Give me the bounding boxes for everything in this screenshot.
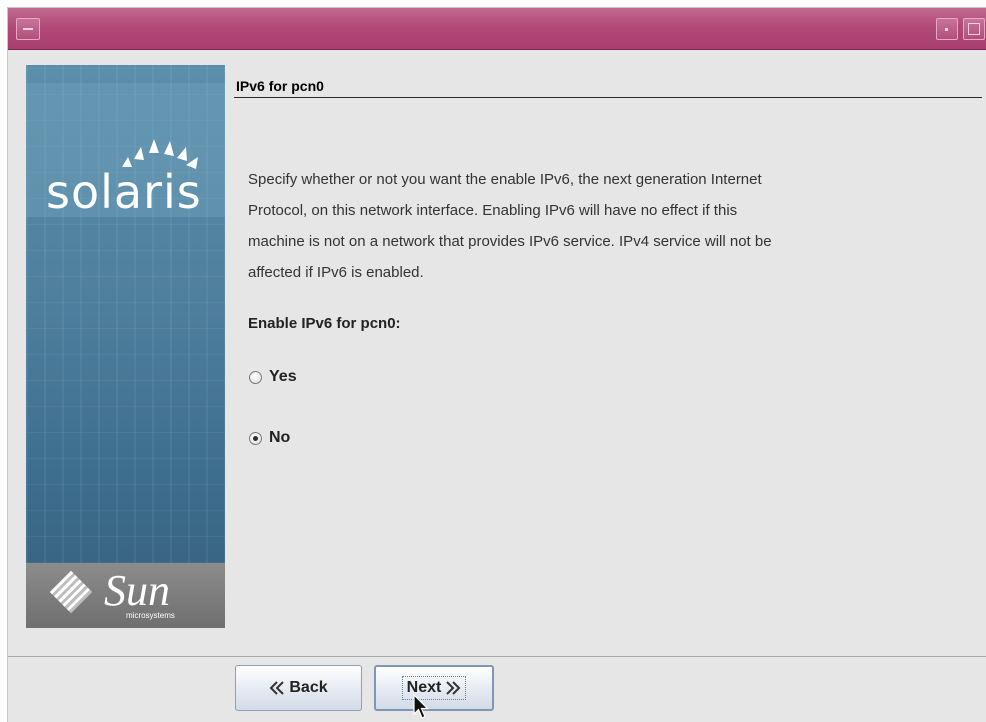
window-menu-button[interactable] [16,18,40,40]
minimize-button[interactable] [936,18,958,40]
option-no-label[interactable]: No [269,429,290,447]
solaris-wordmark: solaris [46,165,202,219]
chevron-left-double-icon [269,681,285,695]
next-focus-ring: Next [401,676,467,700]
description-line: Specify whether or not you want the enab… [248,171,762,188]
footer-divider [8,656,986,657]
next-button[interactable]: Next [374,665,494,711]
maximize-button[interactable] [963,18,985,40]
option-yes[interactable]: Yes [249,368,297,386]
menu-icon [23,28,33,30]
sun-subtitle: microsystems [126,611,175,620]
title-divider [234,97,982,98]
radio-yes[interactable] [249,370,262,384]
sun-diamond-icon [49,570,93,614]
back-button-label: Back [289,679,328,696]
title-bar[interactable] [8,8,986,50]
description-line: machine is not on a network that provide… [248,233,772,250]
sun-wordmark: Sun [104,566,170,615]
description-line: Protocol, on this network interface. Ena… [248,202,738,219]
installer-window: solaris Sun microsystems IPv6 for pcn0 S… [8,8,986,722]
radio-no[interactable] [249,431,262,445]
page-title: IPv6 for pcn0 [236,78,324,94]
mouse-cursor-icon [413,694,429,719]
question-label: Enable IPv6 for pcn0: [248,315,401,332]
solaris-logo: solaris [26,83,225,219]
description: Specify whether or not you want the enab… [248,164,953,288]
option-yes-label[interactable]: Yes [269,368,297,386]
chevron-right-double-icon [446,681,461,695]
back-button[interactable]: Back [235,665,362,711]
sun-logo: Sun microsystems [26,563,225,628]
side-banner: solaris Sun microsystems [26,65,225,628]
minimize-icon [945,28,948,31]
maximize-icon [968,23,980,35]
option-no[interactable]: No [249,429,290,447]
description-line: affected if IPv6 is enabled. [248,264,424,281]
